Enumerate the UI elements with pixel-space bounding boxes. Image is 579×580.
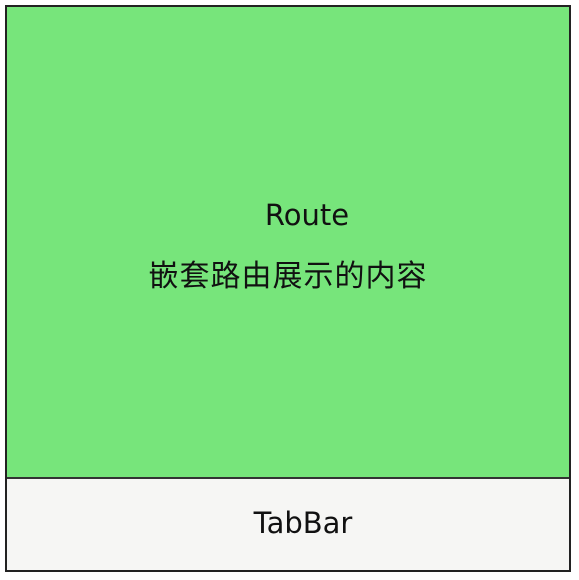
tabbar-label: TabBar	[253, 506, 353, 540]
route-description: 嵌套路由展示的内容	[148, 259, 428, 294]
route-title: Route	[264, 198, 350, 232]
layout-diagram-frame: Route 嵌套路由展示的内容 TabBar	[5, 5, 571, 572]
route-area: Route 嵌套路由展示的内容	[7, 7, 569, 479]
tabbar-area: TabBar	[7, 479, 569, 570]
